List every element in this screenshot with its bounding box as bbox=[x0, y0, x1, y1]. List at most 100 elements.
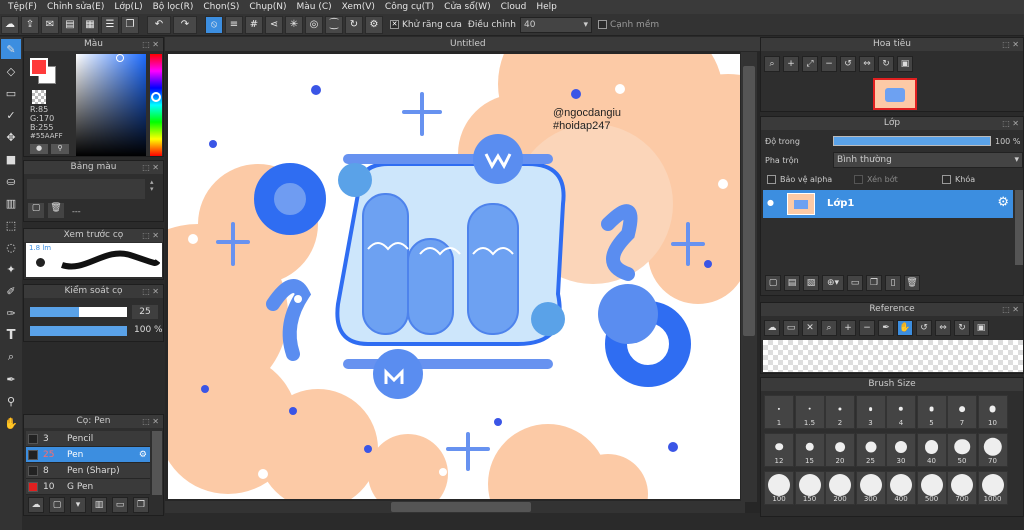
snap-circle-icon[interactable]: ◎ bbox=[305, 15, 323, 34]
lock-checkbox[interactable] bbox=[942, 175, 951, 184]
menu-item[interactable]: Tệp(F) bbox=[3, 0, 42, 14]
sv-picker[interactable] bbox=[76, 54, 146, 156]
hscroll-thumb[interactable] bbox=[391, 502, 531, 512]
document-tab[interactable]: Untitled bbox=[450, 37, 486, 51]
snap-off-icon[interactable]: ⦸ bbox=[205, 15, 223, 34]
menu-item[interactable]: Cloud bbox=[496, 0, 532, 14]
menu-item[interactable]: Chỉnh sửa(E) bbox=[42, 0, 109, 14]
open-folder-icon[interactable]: ▭ bbox=[783, 320, 799, 336]
eye-icon[interactable]: ● bbox=[767, 198, 774, 207]
brush-size-cell[interactable]: 15 bbox=[794, 433, 825, 467]
panel-menu-icon[interactable]: ⬚ ✕ bbox=[142, 285, 159, 298]
new-layer-icon[interactable]: ▢ bbox=[765, 275, 781, 291]
brush-opacity-slider[interactable] bbox=[30, 326, 127, 336]
chat-icon[interactable]: ✉ bbox=[41, 15, 59, 34]
add-palette-button[interactable]: ▢ bbox=[28, 203, 44, 218]
brush-size-cell[interactable]: 200 bbox=[825, 471, 855, 505]
panel-menu-icon[interactable]: ⬚ ✕ bbox=[142, 38, 159, 51]
eraser-tool-icon[interactable]: ◇ bbox=[1, 61, 21, 81]
merge-down-icon[interactable]: ▭ bbox=[847, 275, 863, 291]
grid-icon[interactable]: ▦ bbox=[81, 15, 99, 34]
select-eraser-icon[interactable]: ✑ bbox=[1, 303, 21, 323]
rect-select-icon[interactable]: ▭ bbox=[1, 83, 21, 103]
cloud-brush-icon[interactable]: ☁ bbox=[28, 497, 44, 513]
brush-size-cell[interactable]: 1 bbox=[764, 395, 794, 429]
brush-settings-icon[interactable]: ▥ bbox=[91, 497, 107, 513]
brush-size-cell[interactable]: 150 bbox=[794, 471, 825, 505]
undo-icon[interactable]: ↶ bbox=[147, 15, 171, 34]
adjust-select[interactable]: 40 ▾ bbox=[519, 16, 592, 33]
layer-row[interactable]: ● Lớp1 ⚙ bbox=[763, 190, 1013, 218]
brush-item[interactable]: 10 G Pen bbox=[26, 479, 150, 495]
snap-parallel-icon[interactable]: ≡ bbox=[225, 15, 243, 34]
pen-tool-icon[interactable]: ✎ bbox=[1, 39, 21, 59]
transparent-swatch[interactable] bbox=[32, 90, 46, 104]
brush-size-slider[interactable] bbox=[30, 307, 127, 317]
brush-size-cell[interactable]: 2 bbox=[825, 395, 855, 429]
flip-icon[interactable]: ⇔ bbox=[859, 56, 875, 72]
brush-size-cell[interactable]: 400 bbox=[886, 471, 916, 505]
reset-view-icon[interactable]: ▣ bbox=[897, 56, 913, 72]
rotate-ref-icon[interactable]: ↺ bbox=[916, 320, 932, 336]
rotate-left-icon[interactable]: ↺ bbox=[840, 56, 856, 72]
brush-item[interactable]: 8 Pen (Sharp) bbox=[26, 463, 150, 479]
antialias-checkbox[interactable]: ✕ bbox=[390, 20, 399, 29]
panel-menu-icon[interactable]: ⬚ ✕ bbox=[142, 229, 159, 242]
navigator-thumbnail[interactable] bbox=[873, 78, 917, 110]
panel-menu-icon[interactable]: ⬚ ✕ bbox=[1002, 303, 1019, 316]
copy-icon[interactable]: ❐ bbox=[121, 15, 139, 34]
trash-icon[interactable]: 🗑 bbox=[904, 275, 920, 291]
menu-item[interactable]: Xem(V) bbox=[337, 0, 380, 14]
rotate-right-icon[interactable]: ↻ bbox=[878, 56, 894, 72]
fit-icon[interactable]: ⤢ bbox=[802, 56, 818, 72]
close-ref-icon[interactable]: ✕ bbox=[802, 320, 818, 336]
list-icon[interactable]: ☰ bbox=[101, 15, 119, 34]
export-icon[interactable]: ⇪ bbox=[21, 15, 39, 34]
cloud-ref-icon[interactable]: ☁ bbox=[764, 320, 780, 336]
pen-ref-icon[interactable]: ✒ bbox=[878, 320, 894, 336]
menu-item[interactable]: Màu (C) bbox=[292, 0, 337, 14]
move-tool-icon[interactable]: ✥ bbox=[1, 127, 21, 147]
artwork-canvas[interactable]: @ngocdangiu #hoidap247 bbox=[168, 54, 740, 499]
brush-size-cell[interactable]: 3 bbox=[855, 395, 886, 429]
gradient-tool-icon[interactable]: ▥ bbox=[1, 193, 21, 213]
gear-icon[interactable]: ⚙ bbox=[139, 450, 147, 460]
menu-item[interactable]: Chụp(N) bbox=[244, 0, 291, 14]
divide-tool-icon[interactable]: ⌕ bbox=[1, 347, 21, 367]
brush-menu-icon[interactable]: ▾ bbox=[70, 497, 86, 513]
clip-checkbox[interactable] bbox=[854, 175, 863, 184]
delete-palette-icon[interactable]: 🗑 bbox=[48, 203, 64, 218]
zoom-in-icon[interactable]: + bbox=[783, 56, 799, 72]
palette-area[interactable] bbox=[27, 179, 145, 199]
brush-size-cell[interactable]: 1.5 bbox=[794, 395, 825, 429]
primary-color-swatch[interactable] bbox=[30, 58, 48, 76]
edge-checkbox[interactable] bbox=[597, 20, 607, 29]
brush-size-cell[interactable]: 4 bbox=[886, 395, 916, 429]
snap-settings-icon[interactable]: ⚙ bbox=[365, 15, 383, 34]
lasso-tool-icon[interactable]: ◌ bbox=[1, 237, 21, 257]
brush-size-cell[interactable]: 500 bbox=[916, 471, 947, 505]
menu-item[interactable]: Bộ lọc(R) bbox=[148, 0, 199, 14]
protect-alpha-checkbox[interactable] bbox=[767, 175, 776, 184]
zoom-out-ref-icon[interactable]: − bbox=[859, 320, 875, 336]
brush-size-cell[interactable]: 300 bbox=[855, 471, 886, 505]
menu-item[interactable]: Help bbox=[531, 0, 562, 14]
vscroll-thumb[interactable] bbox=[743, 66, 755, 336]
duplicate-layer-icon[interactable]: ❐ bbox=[866, 275, 882, 291]
snap-grid-icon[interactable]: # bbox=[245, 15, 263, 34]
add-brush-icon[interactable]: ▢ bbox=[49, 497, 65, 513]
brush-size-cell[interactable]: 70 bbox=[977, 433, 1008, 467]
brush-size-cell[interactable]: 40 bbox=[916, 433, 947, 467]
zoom-in-ref-icon[interactable]: + bbox=[840, 320, 856, 336]
blend-select[interactable]: Bình thường ▾ bbox=[833, 152, 1023, 168]
duplicate-brush-icon[interactable]: ❐ bbox=[133, 497, 149, 513]
dropper-icon[interactable]: ⚲ bbox=[1, 391, 21, 411]
fill-tool-icon[interactable]: ⛀ bbox=[1, 171, 21, 191]
panel-menu-icon[interactable]: ⬚ ✕ bbox=[1002, 117, 1019, 130]
canvas-horizontal-scrollbar[interactable] bbox=[165, 501, 745, 513]
brush-size-cell[interactable]: 100 bbox=[764, 471, 794, 505]
layer-opacity-slider[interactable] bbox=[833, 136, 991, 146]
snap-rotate-icon[interactable]: ↻ bbox=[345, 15, 363, 34]
brush-size-cell[interactable]: 5 bbox=[916, 395, 947, 429]
brush-size-cell[interactable]: 20 bbox=[825, 433, 855, 467]
